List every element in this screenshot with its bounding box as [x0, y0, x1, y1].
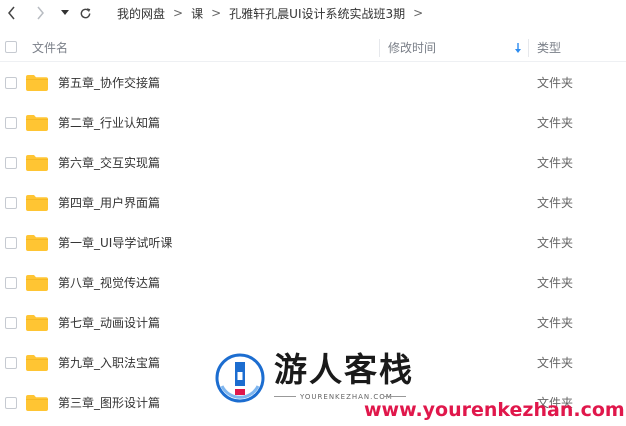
chevron-left-icon[interactable]	[5, 4, 19, 22]
watermark-divider	[274, 396, 296, 397]
sort-down-arrow-icon[interactable]	[514, 35, 522, 61]
folder-row[interactable]: 第四章_用户界面篇 文件夹	[0, 183, 626, 223]
breadcrumb-item-my-drive[interactable]: 我的网盘	[117, 5, 165, 22]
folder-name[interactable]: 第五章_协作交接篇	[58, 63, 160, 103]
folder-icon	[26, 275, 48, 291]
folder-name[interactable]: 第八章_视觉传达篇	[58, 263, 160, 303]
folder-icon	[26, 115, 48, 131]
chevron-right-icon[interactable]	[33, 4, 47, 22]
folder-icon	[26, 355, 48, 371]
breadcrumb-separator-icon: >	[173, 6, 184, 20]
folder-name[interactable]: 第九章_入职法宝篇	[58, 343, 160, 383]
folder-name[interactable]: 第四章_用户界面篇	[58, 183, 160, 223]
row-checkbox[interactable]	[5, 117, 17, 129]
folder-name[interactable]: 第七章_动画设计篇	[58, 303, 160, 343]
row-checkbox[interactable]	[5, 317, 17, 329]
watermark-logo-icon	[215, 353, 265, 403]
file-type: 文件夹	[537, 276, 574, 290]
column-header-name[interactable]: 文件名	[32, 35, 68, 61]
column-header-modified[interactable]: 修改时间	[388, 35, 436, 61]
select-all-checkbox[interactable]	[5, 41, 17, 53]
watermark-title: 游人客栈	[274, 350, 414, 389]
folder-row[interactable]: 第二章_行业认知篇 文件夹	[0, 103, 626, 143]
column-divider	[528, 39, 529, 57]
folder-row[interactable]: 第五章_协作交接篇 文件夹	[0, 63, 626, 103]
row-checkbox[interactable]	[5, 277, 17, 289]
column-divider	[379, 39, 380, 57]
file-type: 文件夹	[537, 116, 574, 130]
breadcrumb-item-current[interactable]: 孔雅轩孔晨UI设计系统实战班3期	[229, 5, 405, 22]
refresh-icon[interactable]	[77, 4, 93, 22]
row-checkbox[interactable]	[5, 157, 17, 169]
row-checkbox[interactable]	[5, 77, 17, 89]
folder-name[interactable]: 第二章_行业认知篇	[58, 103, 160, 143]
breadcrumb-separator-icon: >	[413, 6, 424, 20]
row-checkbox[interactable]	[5, 397, 17, 409]
folder-row[interactable]: 第八章_视觉传达篇 文件夹	[0, 263, 626, 303]
file-type: 文件夹	[537, 316, 574, 330]
folder-icon	[26, 395, 48, 411]
folder-icon	[26, 195, 48, 211]
folder-icon	[26, 75, 48, 91]
folder-icon	[26, 155, 48, 171]
file-type: 文件夹	[537, 156, 574, 170]
folder-row[interactable]: 第六章_交互实现篇 文件夹	[0, 143, 626, 183]
watermark-divider	[384, 396, 406, 397]
folder-name[interactable]: 第六章_交互实现篇	[58, 143, 160, 183]
toolbar: 我的网盘 > 课 > 孔雅轩孔晨UI设计系统实战班3期 >	[0, 0, 626, 27]
column-header-type[interactable]: 类型	[537, 35, 561, 61]
caret-down-icon[interactable]	[59, 4, 71, 22]
folder-icon	[26, 235, 48, 251]
watermark-url: www.yourenkezhan.com	[364, 399, 625, 421]
folder-name[interactable]: 第一章_UI导学试听课	[58, 223, 172, 263]
row-checkbox[interactable]	[5, 237, 17, 249]
file-list-header: 文件名 修改时间 类型	[0, 35, 626, 62]
folder-row[interactable]: 第七章_动画设计篇 文件夹	[0, 303, 626, 343]
breadcrumb: 我的网盘 > 课 > 孔雅轩孔晨UI设计系统实战班3期 >	[117, 5, 431, 21]
breadcrumb-separator-icon: >	[211, 6, 222, 20]
file-type: 文件夹	[537, 76, 574, 90]
file-type: 文件夹	[537, 236, 574, 250]
folder-icon	[26, 315, 48, 331]
breadcrumb-item-course[interactable]: 课	[191, 5, 203, 22]
folder-row[interactable]: 第一章_UI导学试听课 文件夹	[0, 223, 626, 263]
file-type: 文件夹	[537, 356, 574, 370]
row-checkbox[interactable]	[5, 197, 17, 209]
folder-name[interactable]: 第三章_图形设计篇	[58, 383, 160, 423]
row-checkbox[interactable]	[5, 357, 17, 369]
file-type: 文件夹	[537, 196, 574, 210]
